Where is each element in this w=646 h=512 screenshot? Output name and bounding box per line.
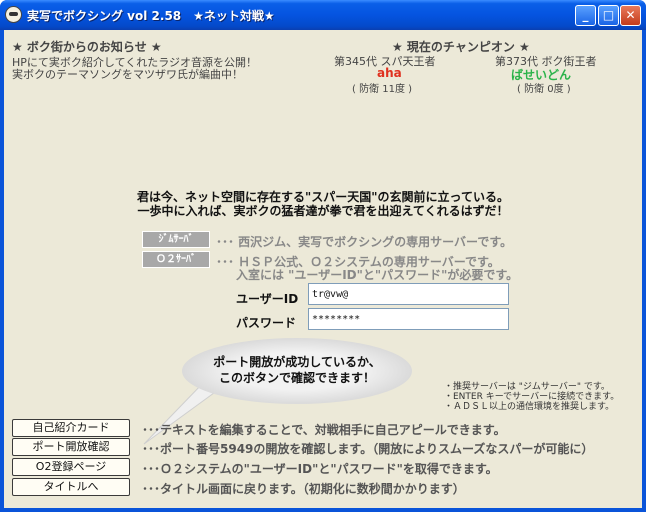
to-title-button[interactable]: タイトルへ	[12, 478, 130, 496]
o2-register-desc: ･･･Ｏ２システムの"ユーザーID"と"パスワード"を取得できます。	[142, 462, 498, 476]
port-check-desc: ･･･ポート番号5949の開放を確認します。（開放によりスムーズなスパーが可能に…	[142, 442, 594, 456]
tip-bubble: ポート開放が成功しているか、 このボタンで確認できます！	[182, 338, 412, 404]
note-3: ・ＡＤＳＬ以上の通信環境を推奨します。	[444, 402, 615, 412]
maximize-button[interactable]: □	[598, 5, 619, 26]
app-window: 実写でボクシング vol 2.58 ★ネット対戦★ _ □ ✕ ★ ボク街からの…	[0, 0, 646, 512]
profile-card-desc: ･･･テキストを編集することで、対戦相手に自己アピールできます。	[142, 423, 506, 437]
minimize-button[interactable]: _	[575, 5, 596, 26]
window-title: 実写でボクシング vol 2.58 ★ネット対戦★	[27, 9, 275, 23]
tip-bubble-line-1: ポート開放が成功しているか、	[213, 355, 381, 369]
port-check-button[interactable]: ポート開放確認	[12, 438, 130, 456]
boxing-app-icon	[5, 6, 22, 23]
title-bar[interactable]: 実写でボクシング vol 2.58 ★ネット対戦★ _ □ ✕	[0, 0, 646, 30]
close-button[interactable]: ✕	[620, 5, 641, 26]
client-area: ★ ボク街からのお知らせ ★ HPにて実ボク紹介してくれたラジオ音源を公開！ 実…	[4, 30, 642, 508]
o2-register-button[interactable]: O2登録ページ	[12, 458, 130, 476]
to-title-desc: ･･･タイトル画面に戻ります。（初期化に数秒間かかります）	[142, 482, 465, 496]
tip-bubble-line-2: このボタンで確認できます！	[218, 371, 375, 385]
profile-card-button[interactable]: 自己紹介カード	[12, 419, 130, 437]
